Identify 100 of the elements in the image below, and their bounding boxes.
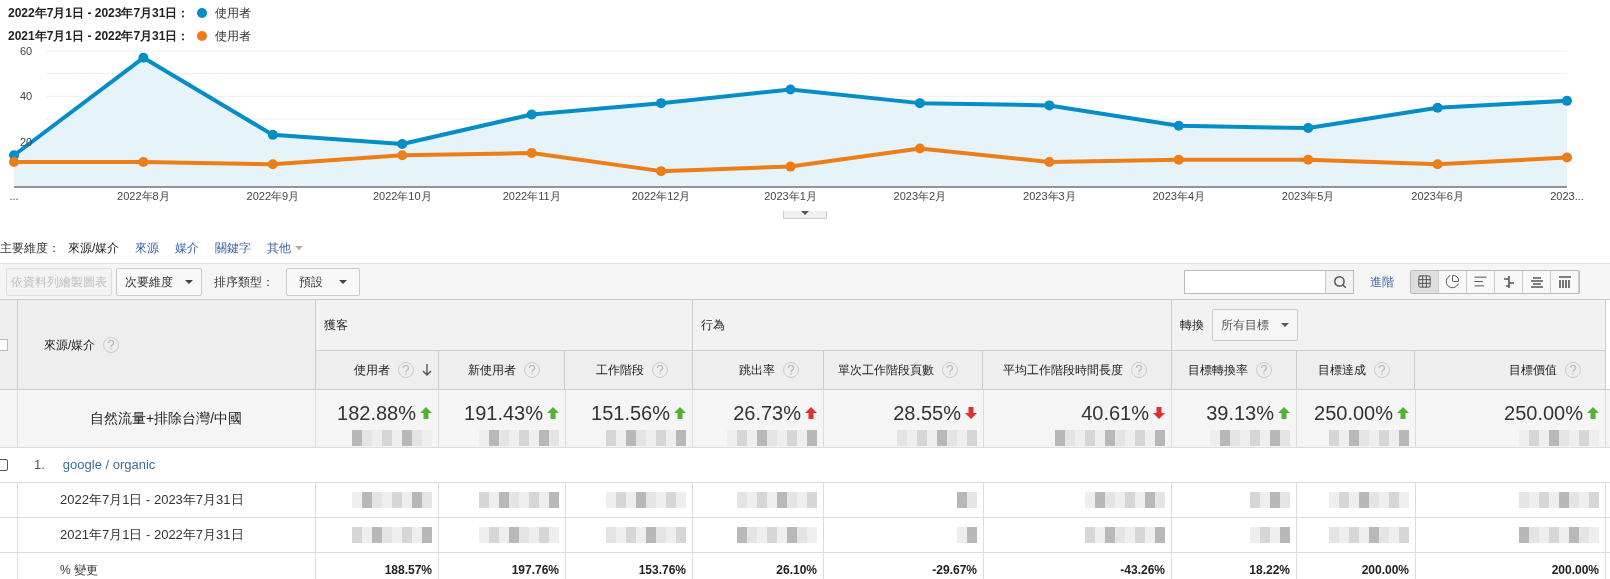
legend-label: 使用者 [215,28,252,45]
column-header: 目標轉換率 [1187,362,1248,379]
summary-value: 26.73% [733,401,801,426]
period-label: 2022年7月1日 - 2023年7月31日 [60,491,244,510]
pie-chart-icon [1445,274,1460,289]
dimension-tab[interactable]: 來源/媒介 [68,239,120,257]
column-header: 新使用者 [468,362,517,379]
column-header: 來源/媒介 [44,336,96,354]
summary-value: 182.88% [337,401,416,426]
x-tick-label: ... [9,190,19,202]
data-point [1044,157,1055,168]
search-button[interactable] [1325,270,1353,293]
x-tick-label: 2022年10月 [372,190,432,202]
data-point [785,84,796,95]
caret-icon [295,246,304,250]
data-point [1432,102,1443,113]
change-value: 188.57% [384,562,432,579]
data-point [1044,100,1055,111]
dimension-tab[interactable]: 來源 [135,239,160,257]
redacted-value [957,492,977,508]
x-tick-label: 2023年1月 [764,190,817,202]
data-point [526,109,537,120]
summary-value: 28.55% [893,401,961,426]
sort-type-dropdown[interactable]: 預設 [286,267,360,296]
change-value: 200.00% [1361,562,1409,579]
view-toggle[interactable] [1411,270,1439,293]
x-tick-label: 2022年8月 [117,190,170,202]
data-point [785,161,796,172]
search-icon [1332,274,1347,289]
data-point [656,98,667,109]
redacted-value [1250,492,1290,508]
y-tick-label: 40 [20,90,33,103]
x-tick-label: 2023年4月 [1152,190,1206,202]
summary-value: 151.56% [591,401,670,426]
x-tick-label: 2022年11月 [502,190,561,202]
legend-period: 2021年7月1日 - 2022年7月31日： [8,28,190,45]
column-header: 目標價值 [1509,362,1557,379]
caret-icon [1281,323,1289,327]
change-value: -43.26% [1120,562,1165,579]
columns-icon [1557,274,1572,289]
data-point [267,159,278,170]
sort-arrow-icon [421,364,432,376]
data-point [1303,154,1314,165]
group-header: 轉換 [1180,317,1204,334]
grid-icon [1417,274,1432,289]
period-label: 2021年7月1日 - 2022年7月31日 [60,526,244,545]
sort-type-label: 排序類型： [214,273,274,291]
collapse-chart-button[interactable] [783,211,827,219]
column-header: 跳出率 [738,362,775,379]
lines-icon [1529,274,1544,289]
summary-value: 250.00% [1314,401,1393,426]
x-tick-label: 2023年6月 [1411,190,1464,202]
data-point [914,143,925,154]
data-point [138,52,149,63]
row-number: 1. [34,456,45,475]
data-point [1173,154,1184,165]
data-point [914,98,925,109]
data-point [138,157,149,168]
change-value: 18.22% [1249,562,1290,579]
summary-value: 39.13% [1206,401,1274,426]
x-tick-label: 2023... [1550,190,1584,202]
column-header: 目標達成 [1318,362,1367,379]
x-tick-label: 2023年3月 [1023,190,1076,202]
dimension-tab[interactable]: 媒介 [175,239,200,257]
search-field[interactable] [1184,269,1354,294]
change-label: % 變更 [60,562,98,579]
data-point [656,166,667,177]
data-point [267,129,278,140]
change-value: 153.76% [638,562,686,579]
dimension-tab[interactable]: 關鍵字 [215,239,252,257]
change-value: -29.67% [932,562,977,579]
primary-dimension-label: 主要維度： [0,240,60,257]
group-header: 獲客 [324,317,348,334]
source-link[interactable]: google / organic [62,455,156,475]
summary-label: 自然流量+排除台灣/中國 [90,409,243,428]
goal-dropdown[interactable]: 所有目標 [1212,309,1298,341]
select-all-checkbox[interactable] [0,338,8,351]
column-header: 平均工作階段時間長度 [1003,362,1123,379]
x-tick-label: 2023年5月 [1281,190,1335,202]
advanced-link[interactable]: 進階 [1370,272,1394,291]
data-point [1173,120,1184,131]
summary-value: 250.00% [1504,401,1583,426]
secondary-dimension-dropdown[interactable]: 次要維度 [116,267,202,296]
x-tick-label: 2023年2月 [893,190,947,202]
change-value: 197.76% [511,562,559,579]
x-tick-label: 2022年9月 [246,190,300,202]
data-point [526,148,537,158]
legend-label: 使用者 [215,5,252,22]
legend-period: 2022年7月1日 - 2023年7月31日： [8,5,190,22]
column-header: 工作階段 [596,362,644,379]
caret-icon [185,279,193,284]
data-point [1303,123,1314,134]
y-tick-label: 20 [20,135,33,148]
caret-icon [801,211,809,215]
data-point [1562,152,1572,163]
more-dimensions-menu[interactable]: 其他 [267,239,304,257]
data-point [397,150,408,161]
group-header: 行為 [701,317,725,334]
summary-value: 191.43% [464,401,543,426]
x-tick-label: 2022年12月 [631,190,691,202]
